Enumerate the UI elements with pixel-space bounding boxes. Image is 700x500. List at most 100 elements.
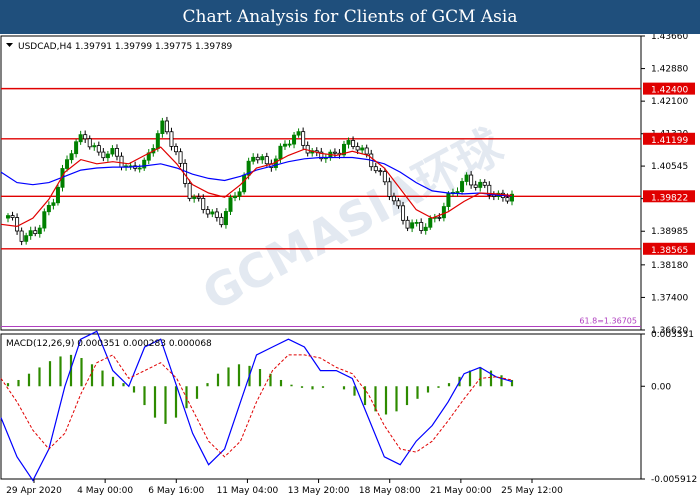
y-tick-label: 1.37400 (651, 293, 688, 303)
macd-tick-label: 0.00 (651, 382, 671, 392)
candle-body (419, 222, 424, 231)
candle-body (237, 191, 242, 197)
candle-body (96, 145, 101, 153)
candle-body (69, 153, 74, 161)
candle-body (464, 174, 469, 182)
candle-body (210, 211, 215, 215)
candle-body (51, 202, 56, 206)
candle-body (287, 143, 292, 146)
y-tick-label: 1.38985 (651, 227, 688, 237)
candle-body (273, 158, 278, 168)
candle-body (296, 131, 301, 136)
candle-body (28, 230, 33, 237)
candle-body (83, 134, 88, 140)
candle-body (42, 211, 47, 229)
candle-body (405, 219, 410, 229)
candle-body (10, 215, 15, 218)
candle-body (214, 211, 219, 218)
candle-body (401, 205, 406, 221)
x-tick-label: 25 May 12:00 (501, 486, 563, 496)
candle-body (482, 181, 487, 186)
x-axis-labels: 29 Apr 2020 4 May 00:00 6 May 16:00 11 May … (6, 479, 563, 496)
candle-body (410, 222, 415, 229)
candle-body (460, 181, 465, 192)
candle-body (205, 209, 210, 215)
macd-tick-label: 0.003331 (651, 330, 694, 340)
candle-body (137, 167, 142, 170)
candle-body (378, 170, 383, 173)
main-y-ticks: 1.436601.428801.421001.413201.405451.397… (641, 34, 688, 336)
candle-body (355, 146, 360, 151)
candle-body (332, 151, 337, 154)
y-tick-label: 1.42880 (651, 65, 688, 75)
macd-plot-frame (0, 333, 642, 480)
candle-body (178, 151, 183, 164)
candle-body (74, 141, 79, 155)
macd-y-ticks: 0.003331 0.00 -0.005912 (641, 330, 697, 485)
candle-body (223, 211, 228, 226)
candle-body (228, 197, 233, 212)
x-tick-label: 11 May 04:00 (217, 486, 279, 496)
x-tick-label: 21 May 00:00 (430, 486, 492, 496)
candle-body (469, 174, 474, 186)
candle-body (255, 156, 260, 161)
candle-body (260, 156, 265, 161)
x-tick-label: 4 May 00:00 (77, 486, 133, 496)
candle-body (192, 196, 197, 199)
banner-title: Chart Analysis for Clients of GCM Asia (0, 0, 700, 34)
level-label: 1.39822 (651, 193, 688, 203)
candle-body (360, 147, 365, 151)
main-plot-frame (0, 35, 642, 331)
candle-body (164, 120, 169, 133)
y-tick-label: 1.42100 (651, 97, 688, 107)
candle-body (142, 159, 147, 169)
candle-body (46, 205, 51, 213)
candle-body (292, 134, 297, 145)
candle-body (301, 131, 306, 146)
candle-body (19, 230, 24, 242)
candle-body (114, 148, 119, 157)
symbol-info: USDCAD,H4 1.39791 1.39799 1.39775 1.3978… (18, 42, 233, 52)
candle-body (169, 131, 174, 147)
candle-body (155, 133, 160, 149)
macd-info: MACD(12,26,9) 0.000351 0.000283 0.000068 (6, 339, 212, 349)
candle-body (101, 151, 106, 159)
candle-body (428, 217, 433, 228)
candle-body (119, 155, 124, 168)
candle-body (251, 156, 256, 162)
candle-body (446, 193, 451, 207)
candle-body (414, 222, 419, 224)
candle-body (387, 181, 392, 197)
level-label: 1.38565 (651, 246, 688, 256)
candle-body (473, 184, 478, 188)
candle-body (382, 171, 387, 183)
candle-body (92, 145, 97, 148)
candle-body (478, 181, 483, 188)
candle-body (6, 215, 11, 219)
candle-body (233, 195, 238, 199)
candle-body (282, 143, 287, 147)
candle-body (373, 166, 378, 172)
candle-body (278, 145, 283, 160)
chart-root: Chart Analysis for Clients of GCM Asia G… (0, 0, 700, 500)
candle-body (242, 174, 247, 193)
candle-body (78, 134, 83, 143)
level-label: 1.41199 (651, 136, 688, 146)
candle-body (437, 216, 442, 219)
candle-body (33, 230, 38, 234)
macd-tick-label: -0.005912 (651, 475, 697, 485)
chart-svg: GCMASIA环球 1.436601.428801.421001.413201.… (0, 34, 697, 496)
fib-label: 61.8=1.36705 (579, 316, 637, 325)
candle-body (105, 153, 110, 159)
candle-body (441, 206, 446, 219)
x-tick-label: 29 Apr 2020 (6, 486, 62, 496)
y-tick-label: 1.40545 (651, 162, 688, 172)
x-tick-label: 18 May 08:00 (359, 486, 421, 496)
y-tick-label: 1.38180 (651, 261, 688, 271)
candle-body (396, 200, 401, 207)
candle-body (160, 120, 165, 134)
candle-body (87, 138, 92, 148)
candle-body (423, 226, 428, 231)
candle-body (196, 196, 201, 199)
candle-body (65, 159, 70, 169)
